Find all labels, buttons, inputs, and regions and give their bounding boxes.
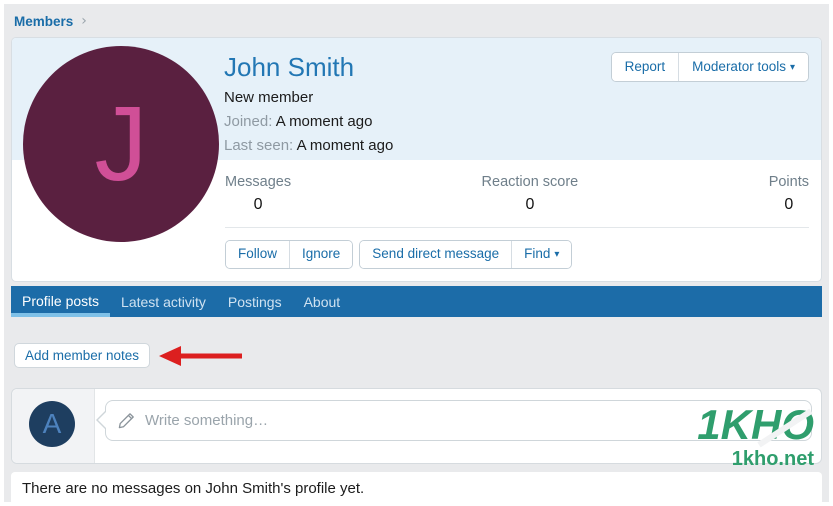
chevron-right-icon: › bbox=[81, 13, 87, 29]
stat-value: 0 bbox=[525, 196, 535, 213]
joined-label: Joined: bbox=[224, 113, 273, 130]
stat-value: 0 bbox=[253, 196, 263, 213]
current-user-avatar: A bbox=[29, 401, 75, 447]
follow-button[interactable]: Follow bbox=[226, 241, 290, 268]
find-label: Find bbox=[524, 246, 551, 261]
send-direct-message-button[interactable]: Send direct message bbox=[360, 241, 512, 268]
profile-header: J John Smith New member Joined: A moment… bbox=[12, 38, 821, 242]
tab-latest-activity[interactable]: Latest activity bbox=[110, 286, 217, 317]
stat-label: Reaction score bbox=[481, 174, 579, 190]
member-notes-row: Add member notes bbox=[14, 343, 829, 368]
last-seen-label: Last seen: bbox=[224, 137, 294, 154]
caret-down-icon: ▾ bbox=[554, 249, 560, 260]
stat-points: Points 0 bbox=[769, 174, 809, 214]
stat-label: Points bbox=[768, 174, 809, 190]
composer-avatar-cell: A bbox=[12, 389, 95, 463]
caret-down-icon: ▾ bbox=[789, 62, 795, 73]
profile-action-row: Follow Ignore Send direct message Find ▾ bbox=[225, 240, 809, 269]
last-seen-row: Last seen: A moment ago bbox=[224, 136, 821, 155]
tab-profile-posts[interactable]: Profile posts bbox=[11, 286, 111, 317]
divider bbox=[225, 227, 809, 228]
stat-reaction-score: Reaction score 0 bbox=[482, 174, 579, 214]
stats-row: Messages 0 Reaction score 0 Points 0 bbox=[225, 174, 809, 214]
joined-row: Joined: A moment ago bbox=[224, 112, 821, 131]
profile-card: J John Smith New member Joined: A moment… bbox=[11, 37, 822, 282]
member-role: New member bbox=[224, 89, 314, 106]
joined-value: A moment ago bbox=[275, 113, 373, 130]
member-profile-page: Members › J John Smith New member Joined… bbox=[4, 4, 829, 502]
last-seen-value: A moment ago bbox=[296, 137, 394, 154]
report-button[interactable]: Report bbox=[611, 53, 679, 81]
breadcrumb-members-link[interactable]: Members bbox=[14, 14, 73, 29]
add-member-notes-button[interactable]: Add member notes bbox=[14, 343, 151, 368]
watermark: 1KHO 1kho.net bbox=[697, 403, 814, 471]
stat-value: 0 bbox=[784, 196, 794, 213]
moderator-tools-button[interactable]: Moderator tools ▾ bbox=[678, 53, 808, 81]
tab-about[interactable]: About bbox=[293, 286, 352, 317]
watermark-domain: 1kho.net bbox=[731, 448, 814, 470]
breadcrumb: Members › bbox=[4, 4, 829, 37]
message-find-group: Send direct message Find ▾ bbox=[359, 240, 573, 269]
stat-label: Messages bbox=[225, 174, 292, 190]
header-action-group: Report Moderator tools ▾ bbox=[610, 52, 809, 82]
follow-ignore-group: Follow Ignore bbox=[225, 240, 354, 269]
red-arrow-icon bbox=[159, 345, 243, 366]
watermark-logo: 1KHO bbox=[697, 401, 814, 448]
profile-avatar[interactable]: J bbox=[23, 46, 219, 242]
pencil-icon bbox=[118, 413, 134, 429]
moderator-tools-label: Moderator tools bbox=[692, 59, 786, 74]
ignore-button[interactable]: Ignore bbox=[289, 241, 353, 268]
profile-tab-bar: Profile posts Latest activity Postings A… bbox=[11, 286, 822, 317]
empty-profile-message: There are no messages on John Smith's pr… bbox=[11, 472, 822, 502]
find-button[interactable]: Find ▾ bbox=[511, 241, 572, 268]
tab-postings[interactable]: Postings bbox=[217, 286, 293, 317]
stat-messages: Messages 0 bbox=[225, 174, 291, 214]
